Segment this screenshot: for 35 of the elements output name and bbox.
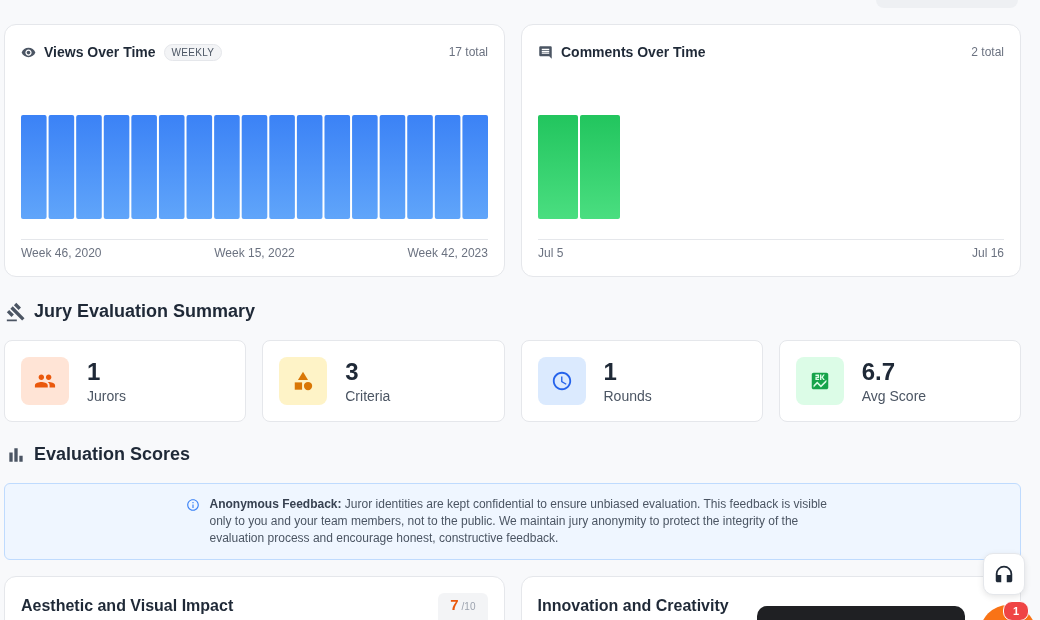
stat-label: Jurors <box>87 388 126 404</box>
chart-total: 17 total <box>448 45 488 59</box>
info-icon <box>185 498 200 512</box>
shapes-icon <box>279 357 328 405</box>
criterion-title: Innovation and Creativity <box>537 597 729 616</box>
clock-icon <box>537 357 586 405</box>
support-button[interactable] <box>983 553 1025 595</box>
axis-label: Week 46, 2020 <box>21 246 102 260</box>
score-max: /10 <box>461 601 476 613</box>
stat-value: 6.7 <box>861 358 897 386</box>
stat-value: 1 <box>603 358 618 386</box>
stat-value: 3 <box>345 358 360 386</box>
axis-label: Week 15, 2022 <box>214 246 295 260</box>
stat-label: Criteria <box>345 388 391 404</box>
period-badge: WEEKLY <box>163 43 223 61</box>
notice-text: Anonymous Feedback: Juror identities are kept confidential to ensure unbiased evaluation. This feedback is visible only to you and your team members, not to the public. We maintain jury anonymity to protect the integrity of the evaluation process and encourage honest, constructive feedback. <box>209 496 828 547</box>
chart-total: 2 total <box>971 45 1004 59</box>
criterion-title: Aesthetic and Visual Impact <box>21 597 234 616</box>
section-heading: Jury Evaluation Summary <box>34 301 256 322</box>
section-heading: Evaluation Scores <box>34 444 191 465</box>
stat-label: Avg Score <box>861 388 927 404</box>
score-value: 7 <box>450 596 459 613</box>
axis-label: Week 42, 2023 <box>407 246 488 260</box>
scoreboard-icon <box>795 357 844 405</box>
comment-icon <box>538 44 553 60</box>
chart-title: Views Over Time <box>44 44 156 60</box>
axis-label: Jul 5 <box>538 246 564 260</box>
axis-label: Jul 16 <box>971 246 1004 260</box>
stat-value: 1 <box>87 358 102 386</box>
gavel-icon <box>6 301 26 322</box>
people-icon <box>21 357 69 405</box>
stat-label: Rounds <box>603 388 652 404</box>
chart-title: Comments Over Time <box>561 44 706 60</box>
notification-badge: 1 <box>1003 601 1029 620</box>
headphones-icon <box>993 563 1015 585</box>
